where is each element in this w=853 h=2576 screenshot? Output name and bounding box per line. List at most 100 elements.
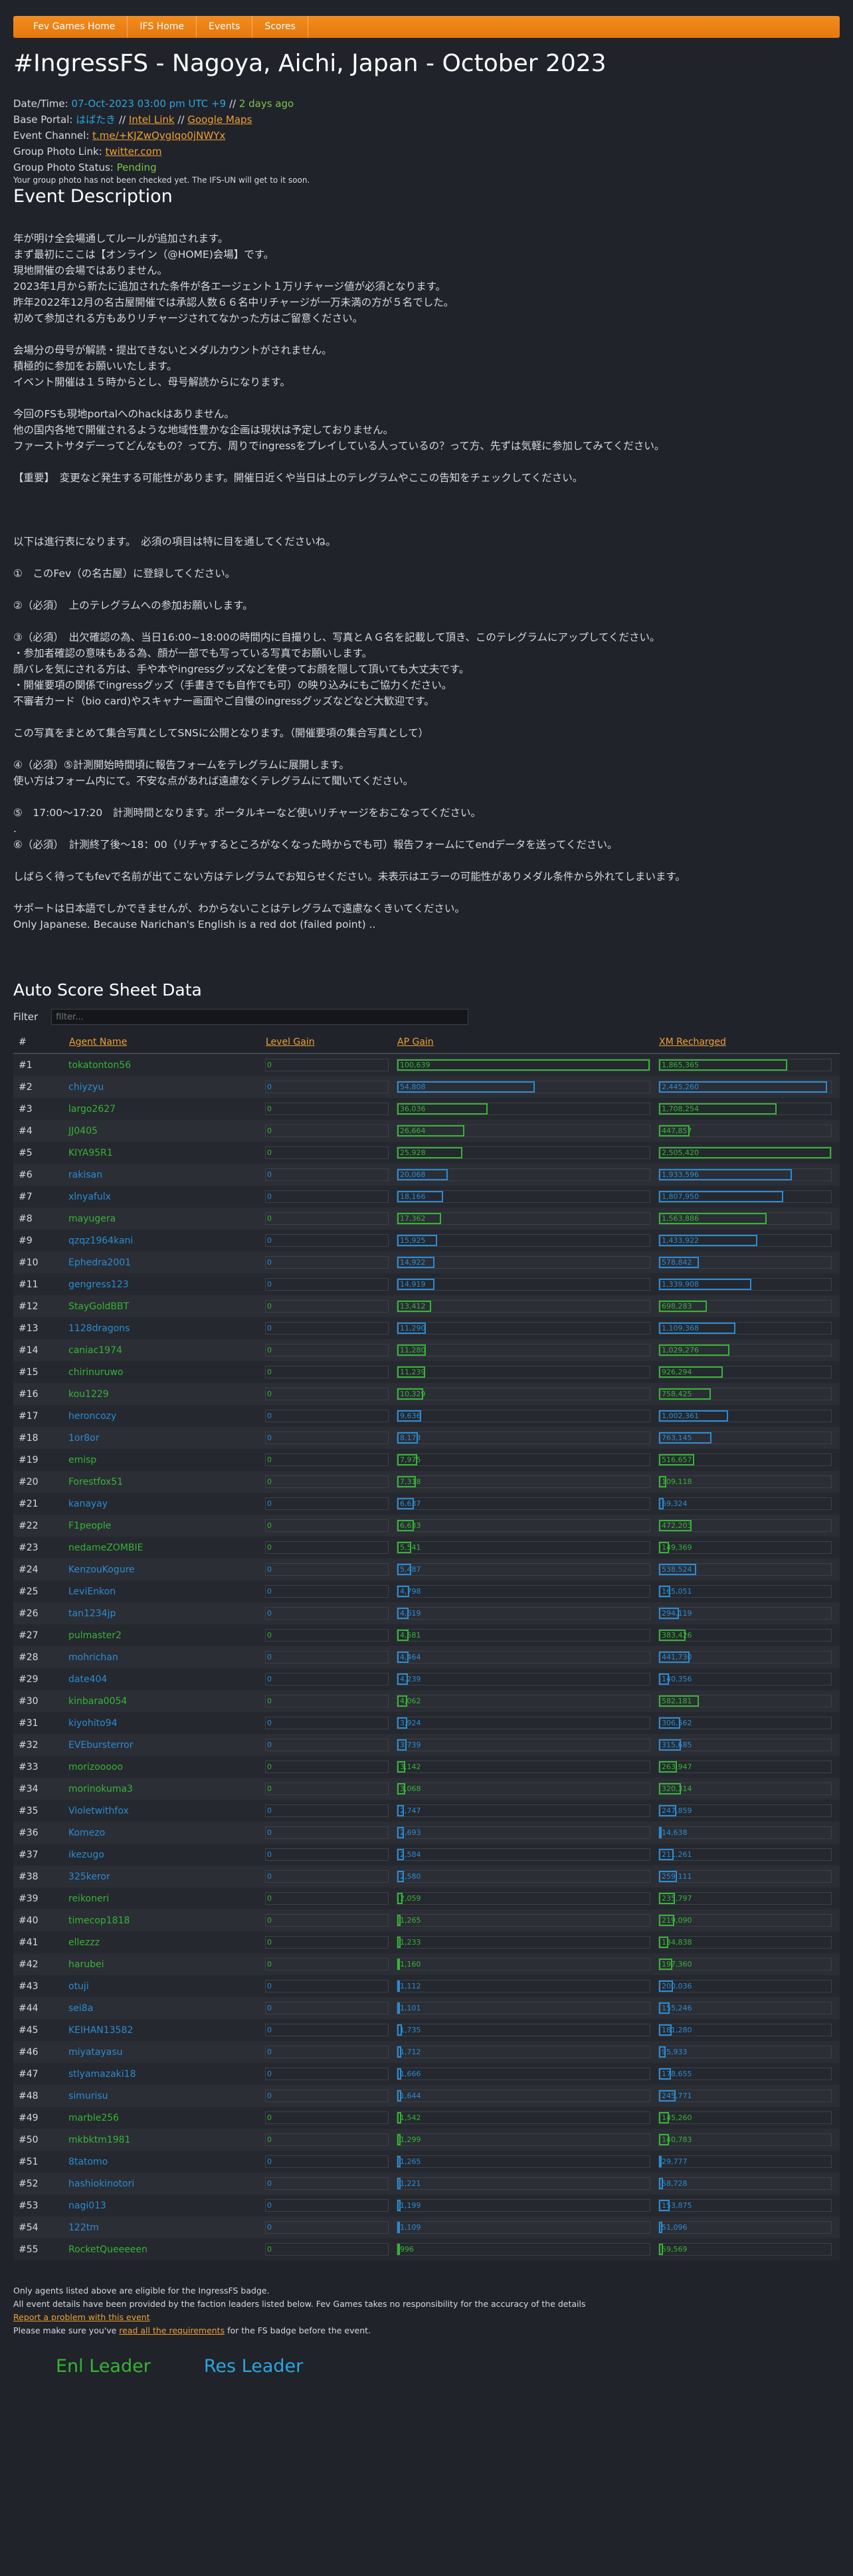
- photo-label: Group Photo Link:: [13, 146, 106, 158]
- agent-name[interactable]: kinbara0054: [68, 1690, 265, 1712]
- agent-name[interactable]: Komezo: [68, 1822, 265, 1844]
- nav-events[interactable]: Events: [197, 16, 253, 38]
- xm-recharged-cell: 538,524: [658, 1558, 840, 1580]
- table-row: #20 Forestfox51 0 7,318 109,118: [13, 1471, 840, 1493]
- agent-name[interactable]: xlnyafulx: [68, 1186, 265, 1208]
- header-level-gain[interactable]: Level Gain: [265, 1031, 397, 1054]
- agent-name[interactable]: simurisu: [68, 2085, 265, 2107]
- agent-name[interactable]: caniac1974: [68, 1339, 265, 1361]
- agent-name[interactable]: Violetwithfox: [68, 1800, 265, 1822]
- agent-name[interactable]: chiyzyu: [68, 1076, 265, 1098]
- agent-name[interactable]: heroncozy: [68, 1405, 265, 1427]
- xm-recharged-cell: 1,433,922: [658, 1230, 840, 1251]
- agent-name[interactable]: reikoneri: [68, 1887, 265, 1909]
- xm-recharged-value: 1,933,596: [662, 1170, 699, 1179]
- xm-recharged-cell: 698,283: [658, 1295, 840, 1317]
- agent-name[interactable]: kou1229: [68, 1383, 265, 1405]
- agent-name[interactable]: otuji: [68, 1975, 265, 1997]
- agent-name[interactable]: qzqz1964kani: [68, 1230, 265, 1251]
- agent-name[interactable]: chirinuruwo: [68, 1361, 265, 1383]
- agent-name[interactable]: nagi013: [68, 2195, 265, 2216]
- report-problem-link[interactable]: Report a problem with this event: [13, 2312, 150, 2322]
- res-leader-heading: Res Leader: [203, 2356, 304, 2377]
- ap-gain-cell: 2,584: [397, 1844, 658, 1866]
- agent-name[interactable]: KIYA95R1: [68, 1142, 265, 1164]
- header-ap-gain[interactable]: AP Gain: [397, 1031, 658, 1054]
- agent-name[interactable]: morinokuma3: [68, 1778, 265, 1800]
- agent-name[interactable]: 325keror: [68, 1866, 265, 1887]
- datetime-ago: 2 days ago: [238, 98, 294, 110]
- header-xm-recharged[interactable]: XM Recharged: [658, 1031, 840, 1054]
- agent-name[interactable]: ellezzz: [68, 1931, 265, 1953]
- ap-gain-bar: 11,239: [397, 1366, 650, 1378]
- agent-name[interactable]: emisp: [68, 1449, 265, 1471]
- xm-recharged-cell: 145,260: [658, 2107, 840, 2129]
- agent-name[interactable]: LeviEnkon: [68, 1580, 265, 1602]
- ap-gain-value: 1,112: [400, 1982, 421, 1990]
- agent-name[interactable]: JJ0405: [68, 1120, 265, 1142]
- agent-name[interactable]: mkbktm1981: [68, 2129, 265, 2151]
- xm-recharged-cell: 582,181: [658, 1690, 840, 1712]
- agent-name[interactable]: stlyamazaki18: [68, 2063, 265, 2085]
- agent-name[interactable]: 1or8or: [68, 1427, 265, 1449]
- agent-name[interactable]: miyatayasu: [68, 2041, 265, 2063]
- agent-name[interactable]: StayGoldBBT: [68, 1295, 265, 1317]
- agent-name[interactable]: ikezugo: [68, 1844, 265, 1866]
- agent-name[interactable]: RocketQueeeeen: [68, 2238, 265, 2260]
- agent-name[interactable]: hashiokinotori: [68, 2173, 265, 2195]
- level-gain-cell: 0: [265, 1931, 397, 1953]
- agent-name[interactable]: morizooooo: [68, 1756, 265, 1778]
- group-photo-link[interactable]: twitter.com: [106, 146, 162, 158]
- agent-name[interactable]: gengress123: [68, 1273, 265, 1295]
- event-channel-link[interactable]: t.me/+KJZwQvgIqo0jNWYx: [92, 130, 225, 142]
- agent-name[interactable]: mohrichan: [68, 1646, 265, 1668]
- agent-name[interactable]: KEIHAN13582: [68, 2019, 265, 2041]
- agent-rank: #24: [13, 1558, 68, 1580]
- agent-rank: #20: [13, 1471, 68, 1493]
- agent-name[interactable]: mayugera: [68, 1208, 265, 1230]
- agent-name[interactable]: Forestfox51: [68, 1471, 265, 1493]
- ap-gain-value: 9,636: [400, 1412, 421, 1420]
- agent-name[interactable]: 1128dragons: [68, 1317, 265, 1339]
- agent-name[interactable]: pulmaster2: [68, 1624, 265, 1646]
- google-maps-link[interactable]: Google Maps: [187, 114, 252, 126]
- ap-gain-cell: 5,541: [397, 1537, 658, 1558]
- agent-name[interactable]: EVEbursterror: [68, 1734, 265, 1756]
- agent-name[interactable]: sei8a: [68, 1997, 265, 2019]
- level-gain-bar: 0: [265, 1826, 389, 1839]
- agent-name[interactable]: 8tatomo: [68, 2151, 265, 2173]
- nav-scores[interactable]: Scores: [252, 16, 308, 38]
- agent-name[interactable]: date404: [68, 1668, 265, 1690]
- intel-link[interactable]: Intel Link: [129, 114, 175, 126]
- level-gain-bar: 0: [265, 1212, 389, 1225]
- ap-gain-cell: 1,735: [397, 2019, 658, 2041]
- level-gain-bar: 0: [265, 2133, 389, 2146]
- agent-name[interactable]: nedameZOMBIE: [68, 1537, 265, 1558]
- agent-name[interactable]: F1people: [68, 1515, 265, 1537]
- agent-name[interactable]: kiyohito94: [68, 1712, 265, 1734]
- xm-recharged-value: 383,426: [662, 1631, 692, 1640]
- agent-name[interactable]: tan1234jp: [68, 1602, 265, 1624]
- filter-input[interactable]: [51, 1009, 469, 1025]
- level-gain-bar: 0: [265, 2111, 389, 2124]
- ap-gain-bar: 1,109: [397, 2221, 650, 2234]
- nav-ifs-home[interactable]: IFS Home: [128, 16, 197, 38]
- agent-name[interactable]: tokatonton56: [68, 1053, 265, 1076]
- xm-recharged-cell: 263,947: [658, 1756, 840, 1778]
- agent-name[interactable]: Ephedra2001: [68, 1251, 265, 1273]
- agent-name[interactable]: marble256: [68, 2107, 265, 2129]
- agent-name[interactable]: kanayay: [68, 1493, 265, 1515]
- ap-gain-cell: 6,637: [397, 1493, 658, 1515]
- agent-name[interactable]: KenzouKogure: [68, 1558, 265, 1580]
- agent-name[interactable]: 122tm: [68, 2216, 265, 2238]
- ap-gain-cell: 9,636: [397, 1405, 658, 1427]
- agent-name[interactable]: rakisan: [68, 1164, 265, 1186]
- ap-gain-bar: 3,924: [397, 1717, 650, 1729]
- requirements-link[interactable]: read all the requirements: [119, 2325, 225, 2335]
- ap-gain-cell: 1,233: [397, 1931, 658, 1953]
- nav-fev-games-home[interactable]: Fev Games Home: [21, 16, 128, 38]
- agent-name[interactable]: timecop1818: [68, 1909, 265, 1931]
- agent-name[interactable]: largo2627: [68, 1098, 265, 1120]
- header-agent-name[interactable]: Agent Name: [68, 1031, 265, 1054]
- agent-name[interactable]: harubei: [68, 1953, 265, 1975]
